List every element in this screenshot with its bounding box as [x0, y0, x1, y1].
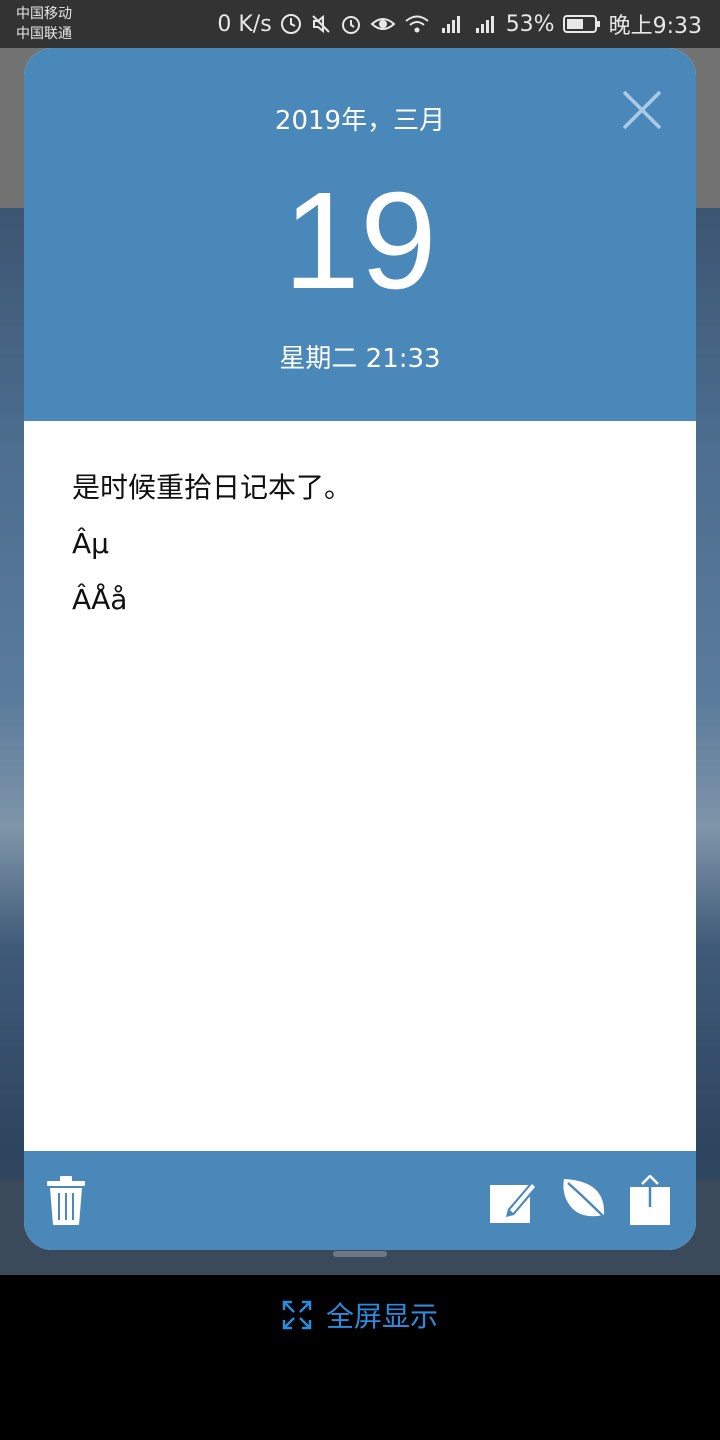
background-handle	[333, 1251, 387, 1257]
entry-line-3: ÂÅå	[72, 583, 128, 616]
dialog-toolbar	[24, 1151, 696, 1250]
clock: 晚上9:33	[608, 14, 702, 39]
delete-button[interactable]	[44, 1175, 94, 1227]
battery-percent: 53%	[505, 11, 555, 37]
entry-line-2: Âµ	[72, 527, 109, 560]
day-number: 19	[283, 164, 437, 318]
trash-icon	[47, 1176, 85, 1225]
close-icon	[622, 90, 662, 130]
weekday-time: 星期二 21:33	[279, 344, 441, 374]
carriers: 中国移动 中国联通	[16, 4, 72, 44]
eye-icon	[370, 13, 396, 35]
expand-icon	[282, 1300, 312, 1330]
close-button[interactable]	[618, 86, 666, 134]
battery-icon	[562, 13, 601, 35]
leaf-button[interactable]	[560, 1175, 610, 1227]
fullscreen-button[interactable]: 全屏显示	[0, 1290, 720, 1340]
edit-button[interactable]	[488, 1175, 538, 1227]
net-speed: 0 K/s	[217, 11, 272, 37]
carrier-2: 中国联通	[16, 26, 72, 42]
signal-2g-icon	[438, 13, 464, 35]
status-icons: 0 K/s 53% 晚上9:33	[217, 8, 702, 40]
page: 中国移动 中国联通 0 K/s 53% 晚上9:33 2019年，三月 19 星…	[0, 0, 720, 1440]
signal-4g-icon	[472, 13, 498, 35]
edit-icon	[490, 1181, 538, 1223]
wifi-icon	[404, 13, 430, 35]
leaf-icon	[563, 1179, 609, 1222]
status-bar: 中国移动 中国联通 0 K/s 53% 晚上9:33	[0, 0, 720, 48]
alarm-icon	[340, 13, 362, 35]
carrier-1: 中国移动	[16, 6, 72, 22]
entry-line-1: 是时候重拾日记本了。	[72, 471, 353, 504]
month-year: 2019年，三月	[274, 106, 446, 136]
share-button[interactable]	[628, 1174, 678, 1227]
fullscreen-label: 全屏显示	[325, 1300, 438, 1333]
dialog-header: 2019年，三月 19 星期二 21:33	[24, 48, 696, 421]
entry-content[interactable]: 是时候重拾日记本了。 Âµ ÂÅå	[24, 421, 696, 1151]
share-icon	[630, 1174, 670, 1225]
diary-dialog: 2019年，三月 19 星期二 21:33 是时候重拾日记本了。 Âµ ÂÅå	[24, 48, 696, 1250]
mute-icon	[310, 13, 332, 35]
data-saver-icon	[280, 13, 302, 35]
